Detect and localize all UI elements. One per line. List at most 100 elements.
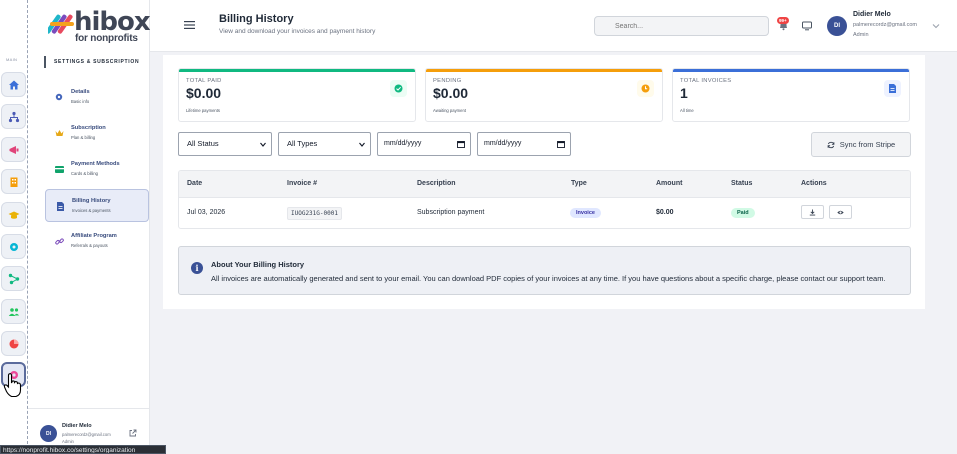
gear-icon — [9, 242, 18, 251]
status-filter-select[interactable]: All Status — [178, 132, 272, 156]
link-url-status: https://nonprofit.hibox.co/settings/orga… — [0, 445, 166, 454]
stat-value: $0.00 — [186, 85, 222, 101]
chevron-down-icon — [359, 142, 365, 147]
user-email: palmerecordz@gmail.com — [853, 22, 917, 28]
logo-tagline: for nonprofits — [75, 33, 138, 44]
gear-icon — [54, 92, 64, 102]
graduation-cap-icon — [8, 211, 19, 219]
clock-icon — [637, 80, 654, 97]
type-filter-select[interactable]: All Types — [278, 132, 371, 156]
sync-label: Sync from Stripe — [839, 140, 896, 149]
rail-organization[interactable] — [1, 104, 26, 129]
stat-label: PENDING — [433, 78, 462, 84]
view-button[interactable] — [829, 205, 852, 219]
chevron-down-icon[interactable] — [932, 23, 940, 29]
credit-card-icon — [54, 164, 64, 174]
col-invoice[interactable]: Invoice # — [287, 180, 317, 187]
stat-label: TOTAL PAID — [186, 78, 222, 84]
cell-description: Subscription payment — [417, 209, 485, 216]
sidebar-item-title: Payment Methods — [71, 161, 120, 167]
user-role: Admin — [62, 439, 74, 444]
stat-caption: All time — [680, 108, 694, 113]
rail-campaigns[interactable] — [1, 137, 26, 162]
sidebar-item-subtitle: Basic info — [71, 99, 90, 104]
building-icon — [10, 177, 17, 187]
sidebar-item-subtitle: Plan & billing — [71, 135, 96, 140]
hamburger-menu-icon[interactable] — [184, 20, 195, 30]
sidebar-item-subtitle: Referrals & payouts — [71, 243, 108, 248]
sidebar-section-header: SETTINGS & SUBSCRIPTION — [44, 56, 139, 68]
stat-value: 1 — [680, 85, 688, 101]
calendar-icon[interactable] — [557, 140, 565, 148]
crown-icon — [54, 128, 64, 138]
megaphone-icon — [9, 145, 18, 154]
avatar[interactable]: DI — [827, 16, 847, 36]
card-accent-bar — [179, 69, 415, 72]
sync-from-stripe-button[interactable]: Sync from Stripe — [811, 132, 911, 157]
top-header: Billing History View and download your i… — [150, 0, 957, 52]
sidebar-item-subtitle: Invoices & payments — [72, 208, 111, 213]
rail-members[interactable] — [1, 299, 26, 324]
stat-caption: Awaiting payment — [433, 108, 466, 113]
notification-badge: 99+ — [777, 17, 789, 24]
card-accent-bar — [673, 69, 909, 72]
col-actions: Actions — [801, 180, 827, 187]
table-header: Date Invoice # Description Type Amount S… — [179, 171, 910, 198]
hibox-logo[interactable]: hibox for nonprofits — [48, 9, 158, 44]
page-title: Billing History — [219, 13, 294, 25]
sidebar-item-details[interactable]: Details Basic info — [45, 81, 149, 114]
pie-chart-icon — [9, 339, 18, 348]
rail-label: MAIN — [6, 57, 18, 62]
date-from-value: mm/dd/yyyy — [384, 140, 422, 147]
info-text: All invoices are automatically generated… — [211, 274, 886, 283]
sidebar-item-title: Details — [71, 89, 90, 95]
date-to-value: mm/dd/yyyy — [484, 140, 522, 147]
sidebar-item-title: Subscription — [71, 125, 106, 131]
rail-settings[interactable] — [1, 234, 26, 259]
settings-sidebar: hibox for nonprofits SETTINGS & SUBSCRIP… — [28, 0, 151, 454]
col-date[interactable]: Date — [187, 180, 202, 187]
type-filter-value: All Types — [287, 139, 318, 148]
avatar[interactable]: DI — [40, 425, 57, 442]
cell-date: Jul 03, 2026 — [187, 209, 226, 216]
col-description[interactable]: Description — [417, 180, 456, 187]
type-badge: Invoice — [570, 208, 601, 218]
hand-cursor-icon — [3, 373, 22, 398]
rail-home[interactable] — [1, 72, 26, 97]
sidebar-item-affiliate-program[interactable]: Affiliate Program Referrals & payouts — [45, 225, 149, 258]
sidebar-item-subscription[interactable]: Subscription Plan & billing — [45, 117, 149, 150]
sidebar-item-billing-history[interactable]: Billing History Invoices & payments — [45, 189, 149, 222]
status-filter-value: All Status — [187, 139, 219, 148]
date-from-input[interactable]: mm/dd/yyyy — [377, 132, 471, 156]
search-input[interactable] — [594, 16, 769, 36]
rail-network[interactable] — [1, 266, 26, 291]
col-type[interactable]: Type — [571, 180, 587, 187]
download-icon — [809, 209, 816, 215]
hibox-logo-mark — [48, 14, 74, 34]
invoices-table: Date Invoice # Description Type Amount S… — [178, 170, 911, 229]
rail-reports[interactable] — [1, 331, 26, 356]
document-icon — [884, 80, 901, 97]
home-icon — [8, 80, 19, 89]
stat-card-pending: PENDING $0.00 Awaiting payment — [425, 68, 663, 122]
users-icon — [8, 307, 19, 316]
cell-amount: $0.00 — [656, 209, 674, 216]
col-status[interactable]: Status — [731, 180, 752, 187]
stat-card-total-invoices: TOTAL INVOICES 1 All time — [672, 68, 910, 122]
user-name: Didier Melo — [853, 11, 891, 18]
stat-caption: Lifetime payments — [186, 108, 220, 113]
external-link-icon[interactable] — [129, 429, 137, 437]
sidebar-item-title: Affiliate Program — [71, 233, 117, 239]
col-amount[interactable]: Amount — [656, 180, 682, 187]
monitor-icon[interactable] — [802, 21, 812, 31]
rail-buildings[interactable] — [1, 169, 26, 194]
rail-education[interactable] — [1, 202, 26, 227]
info-title: About Your Billing History — [211, 260, 305, 269]
card-accent-bar — [426, 69, 662, 72]
date-to-input[interactable]: mm/dd/yyyy — [477, 132, 571, 156]
network-icon — [8, 273, 19, 284]
page-subtitle: View and download your invoices and paym… — [219, 28, 376, 35]
sidebar-item-payment-methods[interactable]: Payment Methods Cards & billing — [45, 153, 149, 186]
calendar-icon[interactable] — [457, 140, 465, 148]
download-button[interactable] — [801, 205, 824, 219]
